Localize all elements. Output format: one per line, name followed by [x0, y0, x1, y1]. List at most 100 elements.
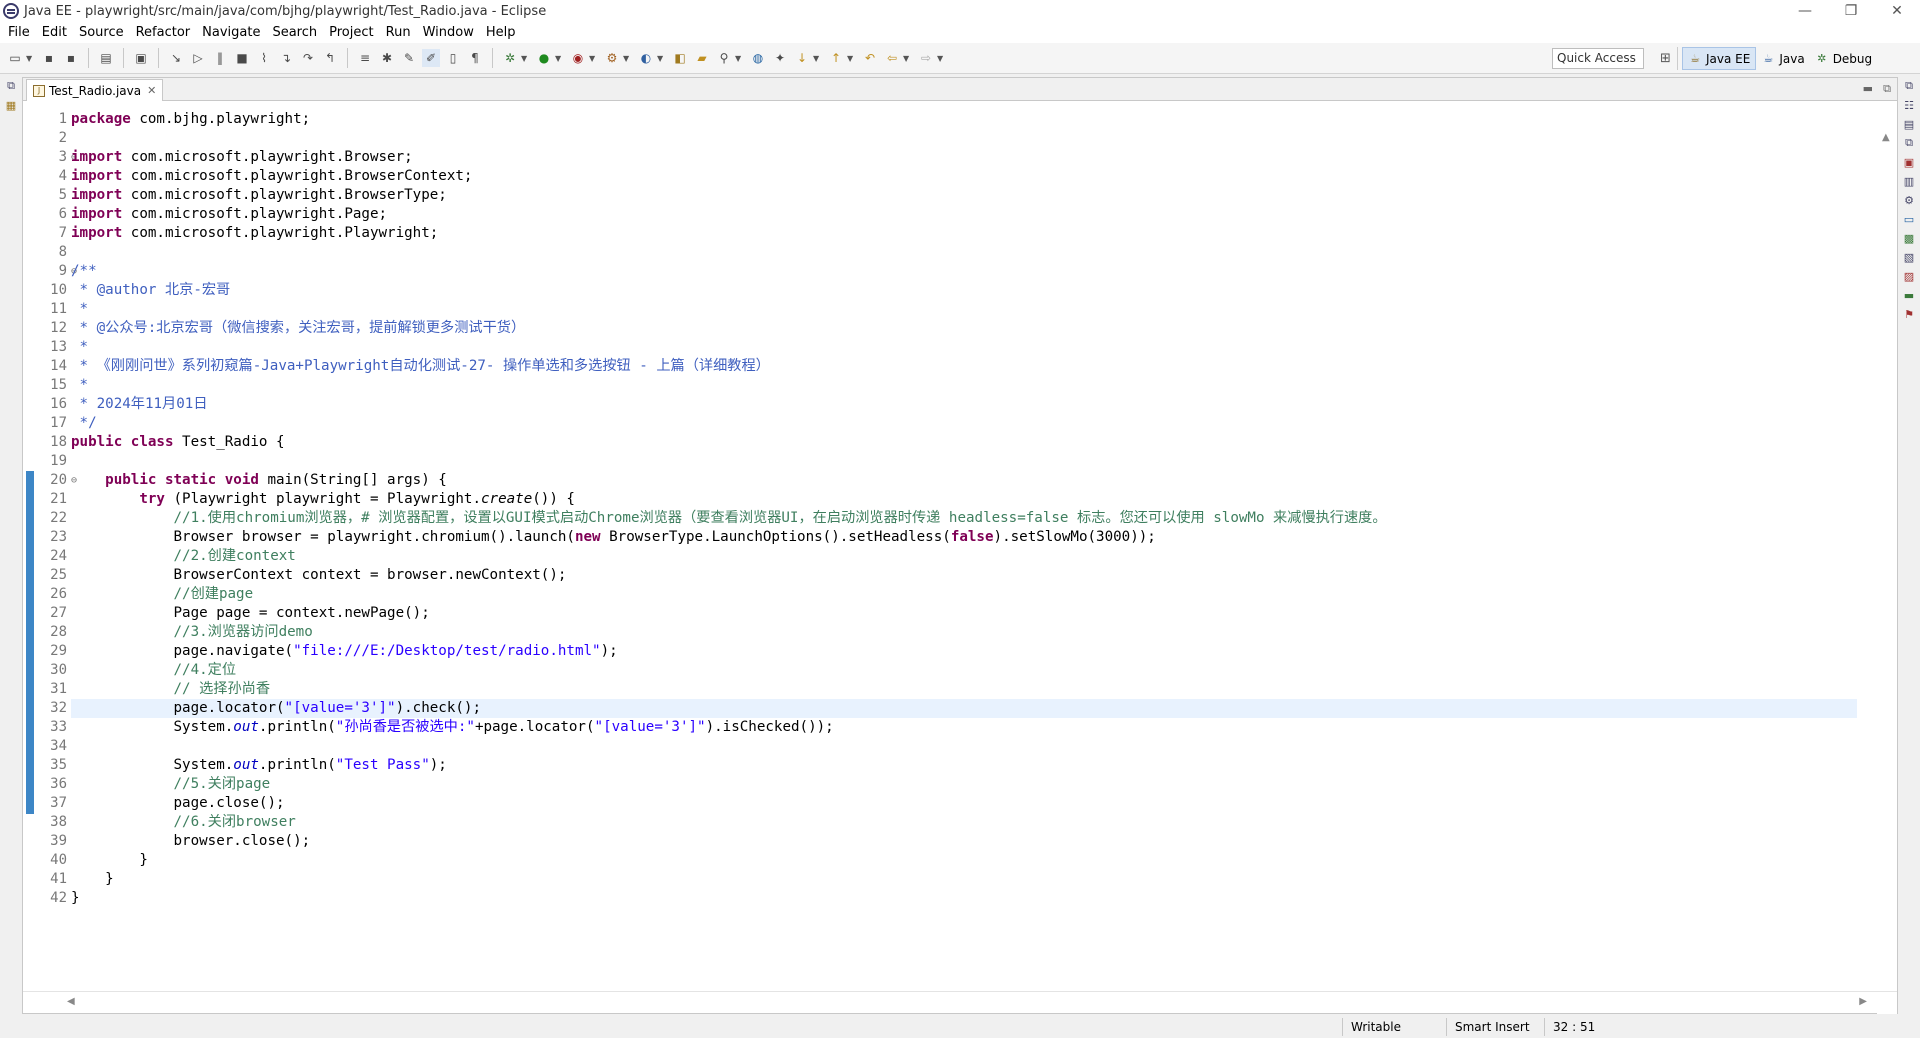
run-icon[interactable]: ●: [535, 49, 553, 67]
resume-icon[interactable]: ▷: [189, 49, 207, 67]
menu-refactor[interactable]: Refactor: [130, 22, 197, 43]
code-line[interactable]: [71, 243, 1857, 262]
code-line[interactable]: }: [71, 870, 1857, 889]
terminate-icon[interactable]: ■: [233, 49, 251, 67]
globe-icon[interactable]: ◍: [749, 49, 767, 67]
prev-annotation-icon[interactable]: ↑: [827, 49, 845, 67]
code-line[interactable]: */: [71, 414, 1857, 433]
new-icon[interactable]: ▭: [6, 49, 24, 67]
scroll-right-icon[interactable]: ▶: [1859, 996, 1867, 1007]
code-line[interactable]: System.out.println("Test Pass");: [71, 756, 1857, 775]
terminal-icon[interactable]: ▣: [132, 49, 150, 67]
save-all-icon[interactable]: ▪: [62, 49, 80, 67]
code-line[interactable]: * 《刚刚问世》系列初窥篇-Java+Playwright自动化测试-27- 操…: [71, 357, 1857, 376]
new-server-dropdown-icon[interactable]: ▼: [657, 54, 665, 63]
problems-icon[interactable]: ▨: [1901, 268, 1917, 284]
menu-source[interactable]: Source: [73, 22, 130, 43]
vertical-scrollbar[interactable]: ▲ ▼: [1877, 126, 1897, 1014]
prev-annotation-dropdown-icon[interactable]: ▼: [847, 54, 855, 63]
next-annotation-dropdown-icon[interactable]: ▼: [813, 54, 821, 63]
step-over-icon[interactable]: ↷: [299, 49, 317, 67]
code-line[interactable]: import com.microsoft.playwright.Page;: [71, 205, 1857, 224]
menu-file[interactable]: File: [2, 22, 36, 43]
highlight-icon[interactable]: ✐: [422, 49, 440, 67]
code-line[interactable]: System.out.println("孙尚香是否被选中:"+page.loca…: [71, 718, 1857, 737]
open-folder-icon[interactable]: ▰: [693, 49, 711, 67]
package-explorer-icon[interactable]: ▦: [3, 97, 19, 113]
code-line[interactable]: //6.关闭browser: [71, 813, 1857, 832]
restore-right-view-icon[interactable]: ⧉: [1901, 78, 1917, 94]
horizontal-scrollbar[interactable]: ◀ ▶: [23, 991, 1897, 1013]
code-line[interactable]: [71, 129, 1857, 148]
step-return-icon[interactable]: ↰: [321, 49, 339, 67]
new-server-icon[interactable]: ◐: [637, 49, 655, 67]
code-line[interactable]: page.navigate("file:///E:/Desktop/test/r…: [71, 642, 1857, 661]
minimize-button[interactable]: —: [1782, 0, 1828, 22]
whitespace-icon[interactable]: ▯: [444, 49, 462, 67]
perspective-java-ee[interactable]: ☕ Java EE: [1682, 47, 1757, 70]
code-line[interactable]: [71, 737, 1857, 756]
last-edit-icon[interactable]: ↶: [861, 49, 879, 67]
outline-icon[interactable]: ☷: [1901, 97, 1917, 113]
code-line[interactable]: //5.关闭page: [71, 775, 1857, 794]
menu-help[interactable]: Help: [480, 22, 522, 43]
close-button[interactable]: ✕: [1874, 0, 1920, 22]
code-line[interactable]: Page page = context.newPage();: [71, 604, 1857, 623]
code-line[interactable]: import com.microsoft.playwright.Browser;: [71, 148, 1857, 167]
forward-dropdown-icon[interactable]: ▼: [937, 54, 945, 63]
code-line[interactable]: //1.使用chromium浏览器，# 浏览器配置，设置以GUI模式启动Chro…: [71, 509, 1857, 528]
step-into-icon[interactable]: ↴: [277, 49, 295, 67]
code-line[interactable]: browser.close();: [71, 832, 1857, 851]
next-annotation-icon[interactable]: ↓: [793, 49, 811, 67]
code-line[interactable]: *: [71, 338, 1857, 357]
print-icon[interactable]: ▤: [97, 49, 115, 67]
external-tools-icon[interactable]: ⚙: [603, 49, 621, 67]
code-area[interactable]: 1 2 3 ⊖ 4 5 6 7 8 9 ⊖ 10 11 12 13 14 15 16 17 18 19 20 ⊖ 21 22 23…: [23, 102, 1897, 1014]
servers-icon[interactable]: ⚙: [1901, 192, 1917, 208]
skip-breakpoints-icon[interactable]: ↘: [167, 49, 185, 67]
new-dropdown-icon[interactable]: ▼: [26, 54, 34, 63]
progress-icon[interactable]: ▬: [1901, 287, 1917, 303]
code-line[interactable]: BrowserContext context = browser.newCont…: [71, 566, 1857, 585]
scroll-left-icon[interactable]: ◀: [67, 996, 75, 1007]
debug-icon[interactable]: ✲: [501, 49, 519, 67]
code-line[interactable]: //3.浏览器访问demo: [71, 623, 1857, 642]
code-line[interactable]: page.locator("[value='3']").check();: [71, 699, 1857, 718]
restore-button[interactable]: ❐: [1828, 0, 1874, 22]
menu-window[interactable]: Window: [417, 22, 480, 43]
hierarchy-icon[interactable]: ✱: [378, 49, 396, 67]
save-icon[interactable]: ▪: [40, 49, 58, 67]
code-line[interactable]: // 选择孙尚香: [71, 680, 1857, 699]
code-line[interactable]: Browser browser = playwright.chromium().…: [71, 528, 1857, 547]
code-line[interactable]: *: [71, 376, 1857, 395]
debug-dropdown-icon[interactable]: ▼: [521, 54, 529, 63]
menu-navigate[interactable]: Navigate: [196, 22, 266, 43]
task-list-icon[interactable]: ▤: [1901, 116, 1917, 132]
code-line[interactable]: /**: [71, 262, 1857, 281]
back-icon[interactable]: ⇦: [883, 49, 901, 67]
search-icon[interactable]: ⚲: [715, 49, 733, 67]
suspend-icon[interactable]: ‖: [211, 49, 229, 67]
code-line[interactable]: page.close();: [71, 794, 1857, 813]
perspective-debug[interactable]: ✲ Debug: [1810, 47, 1877, 70]
external-tools-dropdown-icon[interactable]: ▼: [623, 54, 631, 63]
forward-icon[interactable]: ⇨: [917, 49, 935, 67]
code-line[interactable]: * @公众号:北京宏哥（微信搜索，关注宏哥，提前解锁更多测试干货）: [71, 319, 1857, 338]
code-text[interactable]: package com.bjhg.playwright; import com.m…: [71, 110, 1857, 908]
restore-view-icon[interactable]: ⧉: [3, 78, 19, 94]
console-icon[interactable]: ▭: [1901, 211, 1917, 227]
coverage-dropdown-icon[interactable]: ▼: [589, 54, 597, 63]
disconnect-icon[interactable]: ⌇: [255, 49, 273, 67]
code-line[interactable]: }: [71, 851, 1857, 870]
restore-bottom-view-icon[interactable]: ⧉: [1901, 135, 1917, 151]
properties-icon[interactable]: ▥: [1901, 173, 1917, 189]
markers-icon[interactable]: ▣: [1901, 154, 1917, 170]
code-line[interactable]: }: [71, 889, 1857, 908]
search-dropdown-icon[interactable]: ▼: [735, 54, 743, 63]
code-line[interactable]: public static void main(String[] args) {: [71, 471, 1857, 490]
show-whitespace-icon[interactable]: ¶: [466, 49, 484, 67]
open-type-icon[interactable]: ◧: [671, 49, 689, 67]
toggle-block-icon[interactable]: ≡: [356, 49, 374, 67]
menu-project[interactable]: Project: [323, 22, 379, 43]
menu-search[interactable]: Search: [266, 22, 323, 43]
